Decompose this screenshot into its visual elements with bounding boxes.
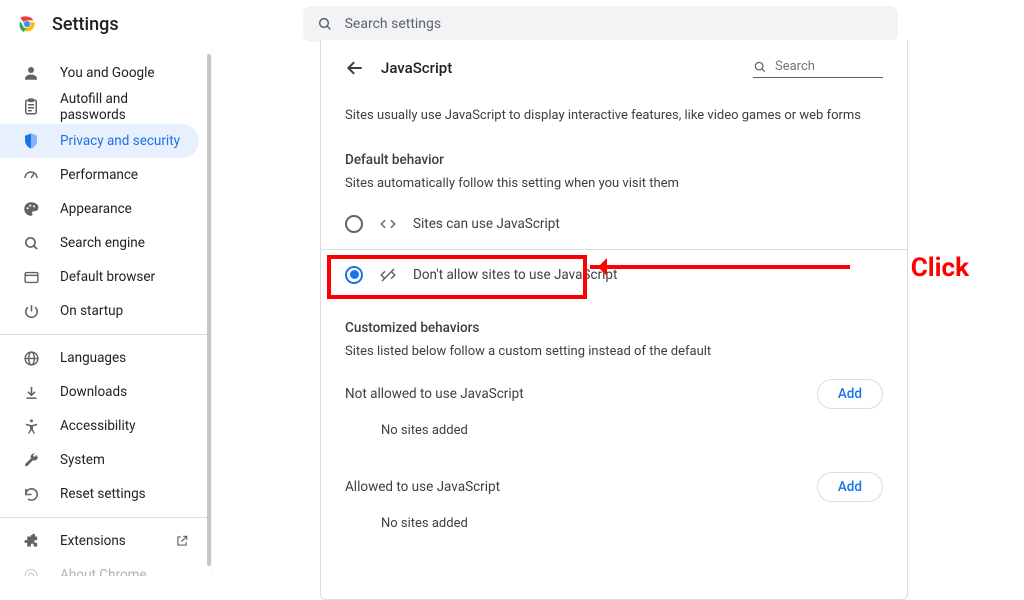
sidebar-item-label: About Chrome [60,567,147,576]
add-allowed-button[interactable]: Add [817,472,883,502]
external-link-icon [175,534,189,548]
sidebar-item-label: Default browser [60,269,155,285]
radio-unchecked-icon[interactable] [345,215,363,233]
option-allow-javascript[interactable]: Sites can use JavaScript [345,205,883,243]
chrome-icon: ◎ [22,566,40,576]
sidebar-item-label: Accessibility [60,418,136,434]
reset-icon [22,485,40,503]
code-icon [379,215,397,233]
option-block-label: Don't allow sites to use JavaScript [413,267,617,283]
global-search-input[interactable] [343,15,884,33]
default-behavior-title: Default behavior [345,152,883,168]
app-title: Settings [52,14,119,35]
window-icon [22,268,40,286]
sidebar-item-performance[interactable]: Performance [0,158,199,192]
chrome-logo-icon [16,13,38,35]
row-allowed: Allowed to use JavaScript Add [345,472,883,502]
sidebar-item-search-engine[interactable]: Search engine [0,226,199,260]
download-icon [22,383,40,401]
sidebar-item-downloads[interactable]: Downloads [0,375,199,409]
not-allowed-label: Not allowed to use JavaScript [345,386,524,402]
code-off-icon [379,266,397,284]
sidebar-item-appearance[interactable]: Appearance [0,192,199,226]
sidebar-item-on-startup[interactable]: On startup [0,294,199,328]
search-icon [317,16,333,32]
sidebar-item-label: Extensions [60,533,126,549]
not-allowed-empty: No sites added [345,409,883,452]
sidebar-item-extensions[interactable]: Extensions [0,524,199,558]
speedometer-icon [22,166,40,184]
annotation-arrow [590,265,850,269]
sidebar-item-label: Languages [60,350,126,366]
shield-icon [22,132,40,150]
main-stage: JavaScript Sites usually use JavaScript … [212,40,1024,576]
page-search-input[interactable] [773,58,883,75]
radio-group-default: Sites can use JavaScript Don't allow sit… [345,205,883,294]
sidebar-item-label: On startup [60,303,123,319]
sidebar-item-label: Performance [60,167,138,183]
page-search[interactable] [753,58,883,78]
power-icon [22,302,40,320]
row-not-allowed: Not allowed to use JavaScript Add [345,379,883,409]
option-divider [321,249,907,250]
wrench-icon [22,451,40,469]
accessibility-icon [22,417,40,435]
sidebar-item-label: Reset settings [60,486,146,502]
customized-behaviors-title: Customized behaviors [345,320,883,336]
search-icon [22,234,40,252]
sidebar-item-accessibility[interactable]: Accessibility [0,409,199,443]
globe-icon [22,349,40,367]
sidebar-item-default-browser[interactable]: Default browser [0,260,199,294]
sidebar-item-autofill[interactable]: Autofill and passwords [0,90,199,124]
page-title: JavaScript [381,59,737,77]
sidebar-item-you-and-google[interactable]: You and Google [0,56,199,90]
global-search[interactable] [303,6,898,42]
intro-text: Sites usually use JavaScript to display … [345,106,883,126]
sidebar-item-label: Autofill and passwords [60,91,189,123]
search-icon [753,60,767,74]
radio-checked-icon[interactable] [345,266,363,284]
allowed-empty: No sites added [345,502,883,545]
settings-card: JavaScript Sites usually use JavaScript … [320,40,908,600]
sidebar-item-about-chrome[interactable]: ◎ About Chrome [0,558,199,576]
sidebar-item-system[interactable]: System [0,443,199,477]
sidebar-item-label: Appearance [60,201,132,217]
customized-behaviors-subtitle: Sites listed below follow a custom setti… [345,344,883,359]
sidebar-separator [0,517,211,518]
allowed-label: Allowed to use JavaScript [345,479,500,495]
sidebar-separator [0,334,211,335]
sidebar-item-languages[interactable]: Languages [0,341,199,375]
sidebar-item-label: Downloads [60,384,127,400]
person-icon [22,64,40,82]
option-allow-label: Sites can use JavaScript [413,216,560,232]
sidebar-item-privacy-security[interactable]: Privacy and security [0,124,199,158]
palette-icon [22,200,40,218]
option-block-javascript[interactable]: Don't allow sites to use JavaScript [345,256,883,294]
sidebar-item-reset[interactable]: Reset settings [0,477,199,511]
sidebar-item-label: System [60,452,105,468]
back-button[interactable] [345,58,365,78]
puzzle-icon [22,532,40,550]
default-behavior-subtitle: Sites automatically follow this setting … [345,176,883,191]
sidebar-scrollbar[interactable] [207,54,211,566]
autofill-icon [22,98,40,116]
annotation-label: Click [911,253,969,283]
add-not-allowed-button[interactable]: Add [817,379,883,409]
sidebar-item-label: Privacy and security [60,133,180,149]
sidebar-item-label: Search engine [60,235,145,251]
sidebar-item-label: You and Google [60,65,155,81]
sidebar: You and Google Autofill and passwords Pr… [0,48,212,576]
page-header: JavaScript [345,58,883,78]
